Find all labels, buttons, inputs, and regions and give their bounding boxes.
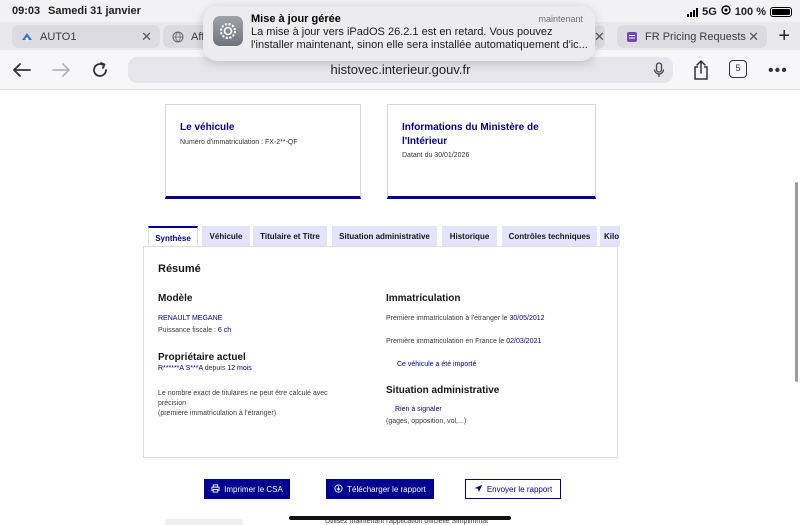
signal-icon [687, 7, 699, 17]
proprietaire-info: R******A S***A depuis 12 mois [158, 365, 252, 372]
close-icon[interactable]: ✕ [141, 29, 152, 45]
telecharger-rapport-button[interactable]: Télécharger le rapport [326, 479, 434, 499]
vehicle-card[interactable]: Le véhicule Numéro d'immatriculation : F… [165, 104, 361, 199]
modele-title: Modèle [158, 293, 193, 304]
new-tab-button[interactable]: + [778, 25, 790, 48]
tab-situation[interactable]: Situation administrative [332, 226, 437, 246]
tab-synthese[interactable]: Synthèse [148, 226, 198, 248]
share-button[interactable] [690, 59, 712, 81]
microphone-icon[interactable] [653, 61, 665, 87]
share-icon [694, 60, 708, 80]
vehicule-importe-link[interactable]: Ce véhicule a été importé [397, 361, 476, 368]
browser-tab-auto1[interactable]: AUTO1 ✕ [12, 25, 160, 48]
more-options-icon[interactable]: ••• [768, 62, 788, 80]
notification-time: maintenant [538, 14, 583, 24]
send-icon [474, 484, 483, 495]
tab-overview-button[interactable]: 5 [729, 60, 747, 78]
settings-icon [213, 16, 243, 46]
status-indicators: 5G 100 % [687, 5, 792, 18]
notification-banner[interactable]: Mise à jour gérée maintenant La mise à j… [203, 6, 595, 61]
tab-titulaire[interactable]: Titulaire et Titre [253, 226, 327, 246]
auto1-icon [20, 30, 34, 44]
globe-icon [171, 30, 185, 44]
footer-badge [165, 519, 243, 525]
arrow-left-icon [13, 63, 31, 77]
download-icon [334, 483, 343, 495]
synthese-panel: Résumé Modèle RENAULT MEGANE Puissance f… [143, 246, 618, 458]
modele-name: RENAULT MEGANE [158, 315, 223, 322]
tab-controles[interactable]: Contrôles techniques [502, 226, 597, 246]
focus-icon [721, 5, 731, 18]
envoyer-rapport-button[interactable]: Envoyer le rapport [465, 479, 561, 499]
tab-label: AUTO1 [40, 30, 77, 43]
status-time: 09:03 [12, 5, 41, 17]
browser-tab-pricing[interactable]: FR Pricing Requests ✕ [617, 25, 767, 48]
ministry-card[interactable]: Informations du Ministère de l'Intérieur… [387, 104, 596, 199]
forms-icon [625, 30, 639, 44]
tab-historique[interactable]: Historique [442, 226, 497, 246]
printer-icon [211, 483, 220, 495]
resume-title: Résumé [158, 263, 201, 275]
situation-title: Situation administrative [386, 385, 500, 396]
battery-icon [770, 6, 792, 17]
home-indicator[interactable] [289, 516, 511, 520]
back-button[interactable] [11, 59, 33, 81]
premiere-immat-france: Première immatriculation en France le 02… [386, 338, 542, 345]
proprietaire-title: Propriétaire actuel [158, 352, 246, 363]
notification-title: Mise à jour gérée [251, 13, 341, 25]
battery-label: 100 % [734, 5, 766, 18]
ministry-card-title: Informations du Ministère de l'Intérieur [402, 122, 539, 147]
network-label: 5G [702, 5, 717, 18]
arrow-right-icon [52, 63, 70, 77]
immatriculation-title: Immatriculation [386, 293, 461, 304]
close-icon[interactable]: ✕ [594, 29, 605, 45]
premiere-immat-etranger: Première immatriculation à l'étranger le… [386, 315, 545, 322]
browser-tab-hidden[interactable]: ✕ [594, 25, 605, 48]
notification-body: La mise à jour vers iPadOS 26.2.1 est en… [251, 26, 588, 51]
forward-button[interactable] [50, 59, 72, 81]
gages-note: (gages, opposition, vol,...) [386, 418, 467, 425]
tab-kilometrage[interactable]: Kilo [600, 226, 620, 246]
puissance-fiscale: Puissance fiscale : 6 ch [158, 327, 232, 334]
url-text: histovec.interieur.gouv.fr [330, 62, 471, 77]
vehicle-card-title: Le véhicule [180, 122, 235, 133]
reload-button[interactable] [89, 59, 111, 81]
close-icon[interactable]: ✕ [748, 29, 759, 45]
rien-a-signaler: Rien à signaler [395, 406, 442, 413]
page-scrollbar[interactable] [795, 182, 798, 382]
imprimer-csa-button[interactable]: Imprimer le CSA [204, 479, 290, 499]
status-date: Samedi 31 janvier [48, 5, 141, 17]
tab-vehicule[interactable]: Véhicule [202, 226, 250, 246]
vehicle-card-plate: Numéro d'immatriculation : FX-2**-QF [180, 139, 298, 146]
ministry-card-date: Datant du 30/01/2026 [402, 152, 470, 159]
reload-icon [93, 62, 107, 77]
tab-label: FR Pricing Requests [645, 30, 746, 43]
titulaires-note: Le nombre exact de titulaires ne peut êt… [158, 390, 328, 417]
